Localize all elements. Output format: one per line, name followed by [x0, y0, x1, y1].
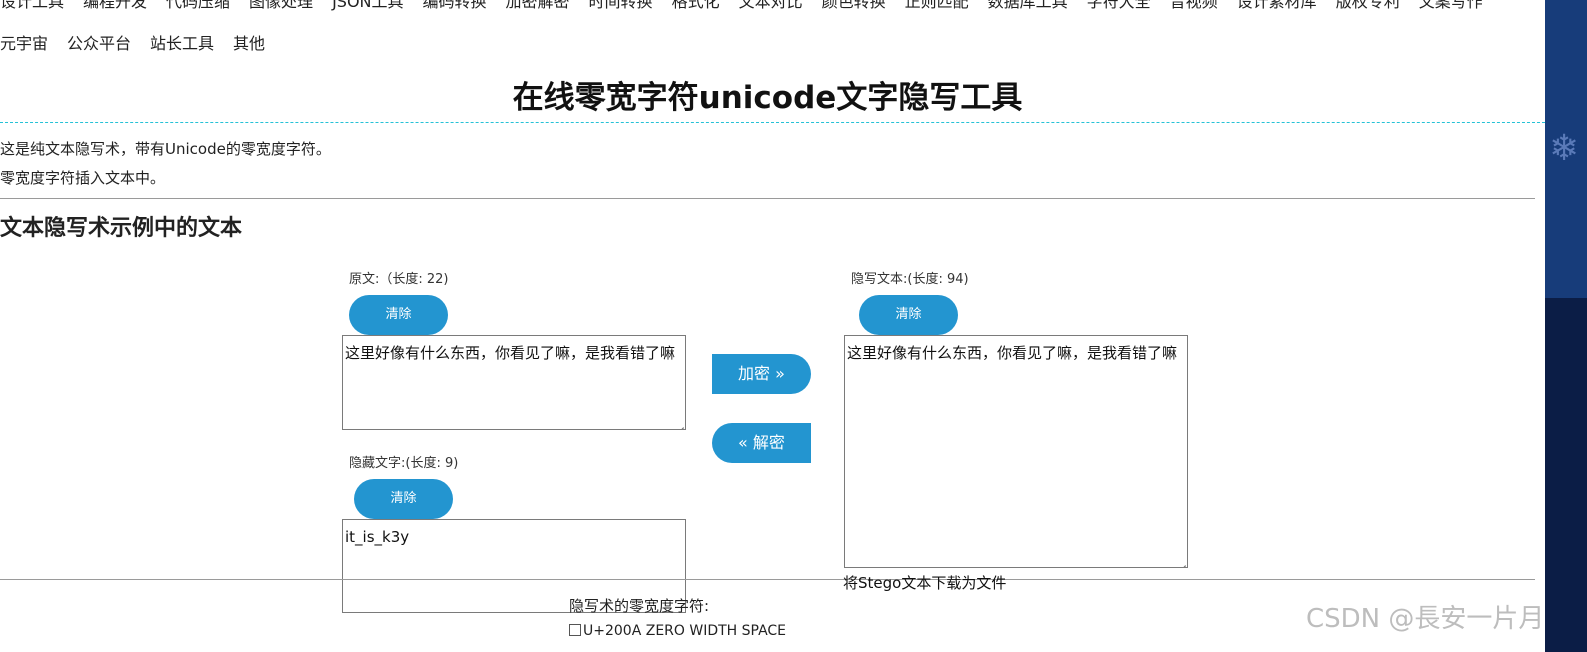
- divider: [0, 198, 1535, 199]
- resize-handle-icon[interactable]: [1179, 559, 1186, 566]
- nav-link[interactable]: 公众平台: [67, 30, 131, 54]
- hidden-text: it_is_k3y: [345, 528, 410, 546]
- stego-textarea[interactable]: 这里好像有什么东西，你看见了嘛，是我看错了嘛: [844, 335, 1188, 568]
- checkbox[interactable]: [569, 624, 581, 636]
- clear-original-button[interactable]: 清除: [349, 295, 448, 335]
- divider: [0, 579, 1535, 580]
- nav-link[interactable]: 元宇宙: [0, 30, 48, 54]
- zero-width-option[interactable]: U+200A ZERO WIDTH SPACE: [569, 623, 786, 639]
- nav-link[interactable]: 正则匹配: [905, 0, 969, 12]
- nav-link[interactable]: 其他: [233, 30, 265, 54]
- nav-link[interactable]: 音视频: [1170, 0, 1218, 12]
- description-line-1: 这是纯文本隐写术，带有Unicode的零宽度字符。: [0, 140, 331, 158]
- nav-link[interactable]: 颜色转换: [822, 0, 886, 12]
- top-nav-row2: 元宇宙 公众平台 站长工具 其他: [0, 30, 284, 54]
- stego-text-label: 隐写文本:(长度: 94): [851, 272, 969, 287]
- nav-link[interactable]: 代码压缩: [166, 0, 230, 12]
- hidden-text-label: 隐藏文字:(长度: 9): [349, 456, 459, 471]
- encrypt-button[interactable]: 加密 »: [712, 354, 811, 394]
- side-panel: ❄: [1545, 0, 1587, 652]
- nav-link[interactable]: 编程开发: [83, 0, 147, 12]
- nav-link[interactable]: 设计素材库: [1237, 0, 1317, 12]
- description-line-2: 零宽度字符插入文本中。: [0, 169, 166, 187]
- nav-link[interactable]: 数据库工具: [988, 0, 1068, 12]
- page-title: 在线零宽字符unicode文字隐写工具: [512, 80, 1023, 116]
- section-title: 文本隐写术示例中的文本: [0, 216, 243, 241]
- snowflake-icon: ❄: [1549, 128, 1580, 169]
- nav-link[interactable]: 字符大全: [1087, 0, 1151, 12]
- nav-link[interactable]: 文本对比: [739, 0, 803, 12]
- top-nav: 设计工具 编程开发 代码压缩 图像处理 JSON工具 编码转换 加密解密 时间转换 格式化 文本对…: [0, 0, 1502, 12]
- nav-link[interactable]: 版权专利: [1336, 0, 1400, 12]
- nav-link[interactable]: 文案写作: [1419, 0, 1483, 12]
- original-text: 这里好像有什么东西，你看见了嘛，是我看错了嘛: [345, 344, 676, 362]
- zero-width-label: 隐写术的零宽度字符:: [569, 597, 710, 615]
- stego-text: 这里好像有什么东西，你看见了嘛，是我看错了嘛: [847, 344, 1178, 362]
- original-textarea[interactable]: 这里好像有什么东西，你看见了嘛，是我看错了嘛: [342, 335, 686, 430]
- nav-link[interactable]: 加密解密: [506, 0, 570, 12]
- nav-link[interactable]: 时间转换: [589, 0, 653, 12]
- nav-link[interactable]: 站长工具: [150, 30, 214, 54]
- decrypt-button[interactable]: « 解密: [712, 423, 811, 463]
- original-text-label: 原文:（长度: 22): [349, 272, 449, 287]
- nav-link[interactable]: 格式化: [672, 0, 720, 12]
- clear-stego-button[interactable]: 清除: [859, 295, 958, 335]
- nav-link[interactable]: 编码转换: [423, 0, 487, 12]
- resize-handle-icon[interactable]: [677, 421, 684, 428]
- clear-hidden-button[interactable]: 清除: [354, 479, 453, 519]
- zero-width-option-label: U+200A ZERO WIDTH SPACE: [583, 623, 787, 639]
- nav-link[interactable]: 图像处理: [249, 0, 313, 12]
- nav-link[interactable]: JSON工具: [332, 0, 403, 12]
- watermark: CSDN @長安一片月: [1306, 604, 1545, 634]
- download-stego-link[interactable]: 将Stego文本下载为文件: [843, 572, 1006, 593]
- nav-link[interactable]: 设计工具: [0, 0, 64, 12]
- dashed-divider: [0, 122, 1545, 123]
